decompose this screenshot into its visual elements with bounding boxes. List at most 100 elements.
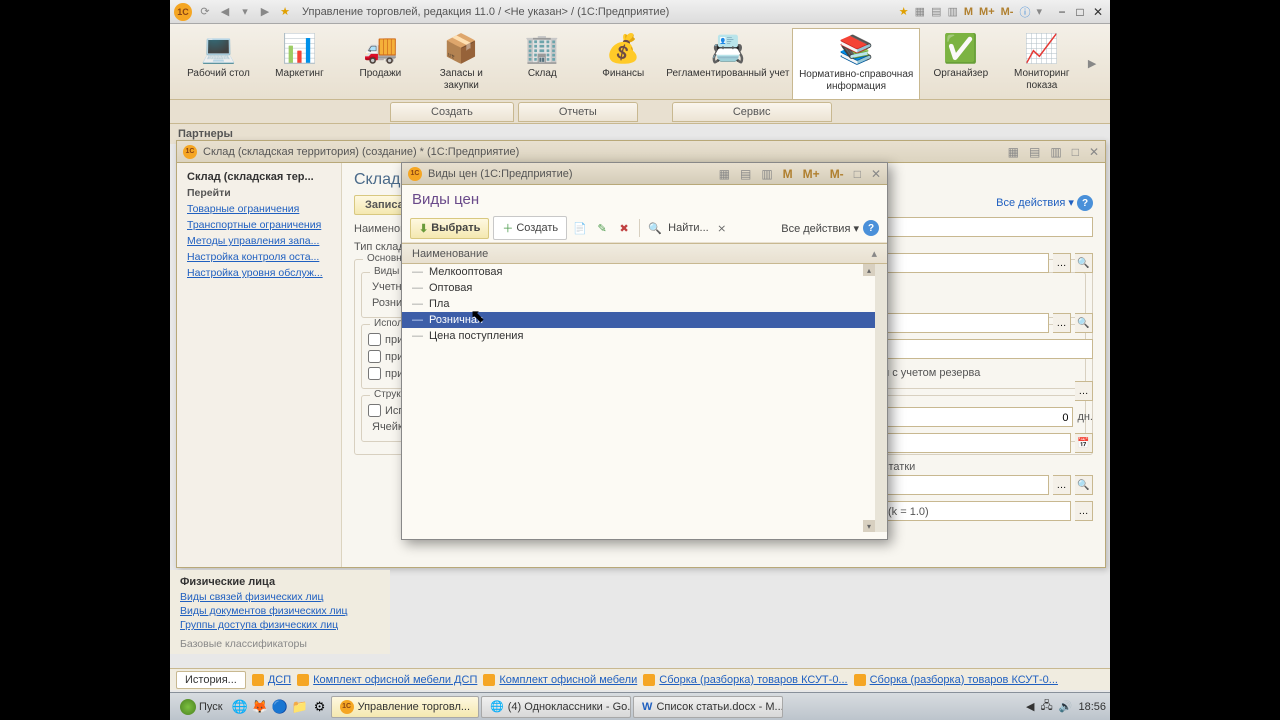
back-icon[interactable]: ◀ bbox=[216, 3, 234, 21]
ql-media-icon[interactable]: 🔵 bbox=[271, 698, 289, 716]
drop-icon[interactable]: ▾ bbox=[1036, 5, 1042, 18]
chk-use-2[interactable] bbox=[368, 350, 381, 363]
more-icon[interactable]: … bbox=[1053, 253, 1071, 273]
minimize-button[interactable]: − bbox=[1054, 5, 1070, 19]
chk-struct[interactable] bbox=[368, 404, 381, 417]
dialog-column-header[interactable]: Наименование ▴ bbox=[402, 243, 887, 264]
m-marker[interactable]: M bbox=[964, 6, 973, 18]
m-plus-marker[interactable]: M+ bbox=[979, 6, 995, 18]
start-button[interactable]: Пуск bbox=[174, 696, 229, 718]
chk-use-1[interactable] bbox=[368, 333, 381, 346]
clear-find-icon[interactable]: ⨯ bbox=[713, 219, 731, 237]
iw-tool2-icon[interactable]: ▤ bbox=[1029, 145, 1040, 159]
close-button[interactable]: ✕ bbox=[1090, 5, 1106, 19]
right-input-2[interactable] bbox=[883, 253, 1049, 273]
scroll-down-icon[interactable]: ▾ bbox=[863, 520, 875, 532]
help-icon[interactable]: ? bbox=[1077, 195, 1093, 211]
cmd-create-tab[interactable]: Создать bbox=[390, 102, 514, 122]
search-icon-3[interactable]: 🔍 bbox=[1075, 475, 1093, 495]
right-input-4[interactable] bbox=[883, 339, 1093, 359]
tray-network-icon[interactable]: 🖧 bbox=[1041, 697, 1053, 716]
calendar-icon[interactable]: 📅 bbox=[1075, 433, 1093, 453]
ql-firefox-icon[interactable]: 🦊 bbox=[251, 698, 269, 716]
doc-tab[interactable]: ДСП bbox=[252, 674, 291, 686]
lb-link-1[interactable]: Виды связей физических лиц bbox=[180, 590, 380, 604]
chk-use-3[interactable] bbox=[368, 367, 381, 380]
iw-close-button[interactable]: ✕ bbox=[1089, 145, 1099, 159]
doc-tab[interactable]: Сборка (разборка) товаров КСУТ-0... bbox=[643, 674, 847, 686]
list-row[interactable]: —Цена поступления bbox=[402, 328, 875, 344]
more-icon-4[interactable]: … bbox=[1053, 475, 1071, 495]
find-icon[interactable]: 🔍 bbox=[646, 219, 664, 237]
dlg-close-button[interactable]: ✕ bbox=[871, 167, 881, 181]
dlg-tool1-icon[interactable]: ▦ bbox=[719, 167, 730, 181]
copy-icon[interactable]: 📄 bbox=[571, 219, 589, 237]
find-link[interactable]: Найти... bbox=[668, 222, 709, 234]
nav-desktop[interactable]: 💻Рабочий стол bbox=[178, 28, 259, 99]
doc-tab[interactable]: Сборка (разборка) товаров КСУТ-0... bbox=[854, 674, 1058, 686]
favorite-icon[interactable]: ★ bbox=[276, 3, 294, 21]
list-row[interactable]: —Мелкооптовая bbox=[402, 264, 875, 280]
nav-regaccount[interactable]: 📇Регламентированный учет bbox=[664, 28, 792, 99]
dlg-m-marker[interactable]: M bbox=[783, 167, 793, 181]
history-tab[interactable]: История... bbox=[176, 671, 246, 689]
list-row[interactable]: —Оптовая bbox=[402, 280, 875, 296]
right-input-6[interactable] bbox=[883, 475, 1049, 495]
nav-warehouse[interactable]: 🏢Склад bbox=[502, 28, 583, 99]
task-word[interactable]: WСписок статьи.docx - M... bbox=[633, 696, 783, 718]
tray-expand-icon[interactable]: ◀ bbox=[1026, 700, 1034, 713]
m-minus-marker[interactable]: M- bbox=[1001, 6, 1014, 18]
nav-link-goods-limits[interactable]: Товарные ограничения bbox=[177, 201, 341, 217]
edit-icon[interactable]: ✎ bbox=[593, 219, 611, 237]
dropdown-icon[interactable]: ▾ bbox=[236, 3, 254, 21]
tray-volume-icon[interactable]: 🔊 bbox=[1059, 700, 1073, 713]
nav-link-stock-methods[interactable]: Методы управления запа... bbox=[177, 233, 341, 249]
iw-tool1-icon[interactable]: ▦ bbox=[1008, 145, 1019, 159]
right-input-5[interactable] bbox=[883, 433, 1071, 453]
cmd-reports-tab[interactable]: Отчеты bbox=[518, 102, 638, 122]
nav-stock[interactable]: 📦Запасы и закупки bbox=[421, 28, 502, 99]
ql-app-icon[interactable]: ⚙ bbox=[311, 698, 329, 716]
nav-link-transport-limits[interactable]: Транспортные ограничения bbox=[177, 217, 341, 233]
doc-tab[interactable]: Комплект офисной мебели bbox=[483, 674, 637, 686]
maximize-button[interactable]: □ bbox=[1072, 5, 1088, 19]
nav-finance[interactable]: 💰Финансы bbox=[583, 28, 664, 99]
dlg-tool2-icon[interactable]: ▤ bbox=[740, 167, 751, 181]
nav-marketing[interactable]: 📊Маркетинг bbox=[259, 28, 340, 99]
nav-link-service-level[interactable]: Настройка уровня обслуж... bbox=[177, 265, 341, 281]
sort-icon[interactable]: ▴ bbox=[871, 247, 877, 260]
ql-explorer-icon[interactable]: 📁 bbox=[291, 698, 309, 716]
task-1c[interactable]: 1CУправление торговл... bbox=[331, 696, 479, 718]
nav-monitoring[interactable]: 📈Мониторинг показа bbox=[1001, 28, 1082, 99]
right-input-3[interactable] bbox=[883, 313, 1049, 333]
nav-organizer[interactable]: ✅Органайзер bbox=[920, 28, 1001, 99]
dlg-mp-marker[interactable]: M+ bbox=[803, 167, 820, 181]
scroll-up-icon[interactable]: ▴ bbox=[863, 264, 875, 276]
iw-tool3-icon[interactable]: ▥ bbox=[1050, 145, 1061, 159]
lb-link-3[interactable]: Группы доступа физических лиц bbox=[180, 618, 380, 632]
all-actions-link[interactable]: Все действия ▾ ? bbox=[883, 195, 1093, 211]
doc-tab[interactable]: Комплект офисной мебели ДСП bbox=[297, 674, 477, 686]
search-icon-2[interactable]: 🔍 bbox=[1075, 313, 1093, 333]
dlg-tool3-icon[interactable]: ▥ bbox=[761, 167, 772, 181]
dlg-maximize-button[interactable]: □ bbox=[854, 167, 861, 181]
nav-sales[interactable]: 🚚Продажи bbox=[340, 28, 421, 99]
calc-icon[interactable]: ▦ bbox=[915, 5, 925, 18]
cal-icon[interactable]: ▥ bbox=[947, 5, 957, 18]
delete-icon[interactable]: ✖ bbox=[615, 219, 633, 237]
nav-reference[interactable]: 📚Нормативно-справочная информация bbox=[792, 28, 920, 99]
search-icon[interactable]: 🔍 bbox=[1075, 253, 1093, 273]
info-icon[interactable]: ⓘ bbox=[1019, 4, 1030, 20]
forward-icon[interactable]: ▶ bbox=[256, 3, 274, 21]
list-row[interactable]: —Пла bbox=[402, 296, 875, 312]
dlg-all-actions[interactable]: Все действия ▾ bbox=[781, 222, 859, 235]
dlg-mm-marker[interactable]: M- bbox=[830, 167, 844, 181]
nav-link-control-setup[interactable]: Настройка контроля оста... bbox=[177, 249, 341, 265]
coef-input[interactable]: (k = 1.0) bbox=[883, 501, 1071, 521]
create-button[interactable]: ＋Создать bbox=[493, 216, 567, 240]
list-row-selected[interactable]: —Розничная bbox=[402, 312, 875, 328]
more-icon-2[interactable]: … bbox=[1053, 313, 1071, 333]
star-icon[interactable]: ★ bbox=[899, 5, 909, 18]
ql-chrome-icon[interactable]: 🌐 bbox=[231, 698, 249, 716]
nav-more-icon[interactable]: ▶ bbox=[1082, 28, 1102, 99]
